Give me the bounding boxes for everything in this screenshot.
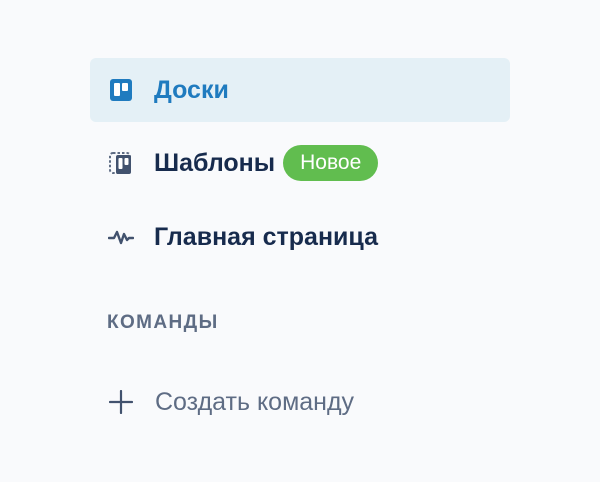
create-team-label: Создать команду: [155, 387, 355, 416]
template-icon: [108, 150, 134, 176]
sidebar: Доски Шаблоны Новое Главная страница КОМ…: [0, 0, 600, 482]
sidebar-item-label: Главная страница: [154, 222, 378, 251]
sidebar-item-home[interactable]: Главная страница: [90, 205, 510, 269]
sidebar-item-templates[interactable]: Шаблоны Новое: [90, 131, 510, 195]
board-icon: [108, 77, 134, 103]
plus-icon: [107, 388, 135, 416]
new-badge: Новое: [283, 145, 379, 181]
create-team-button[interactable]: Создать команду: [107, 378, 354, 426]
activity-icon: [108, 224, 134, 250]
sidebar-item-label: Шаблоны: [154, 148, 276, 177]
teams-section-header: КОМАНДЫ: [107, 312, 219, 333]
sidebar-item-boards[interactable]: Доски: [90, 58, 510, 122]
sidebar-item-label: Доски: [154, 75, 229, 104]
